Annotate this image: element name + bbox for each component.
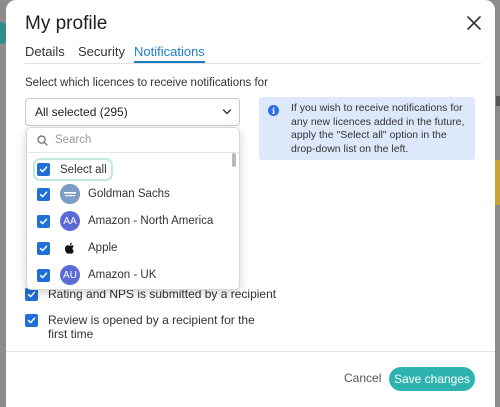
save-changes-button[interactable]: Save changes (389, 367, 475, 391)
search-icon (37, 134, 48, 146)
checkbox[interactable] (25, 314, 38, 327)
option-label: Amazon - UK (88, 269, 157, 281)
option-label: Select all (60, 163, 107, 176)
checkmark-icon (27, 317, 36, 324)
avatar: AA (60, 211, 80, 231)
licences-select-value: All selected (295) (35, 105, 128, 119)
checkbox[interactable] (37, 268, 50, 282)
checkmark-icon (39, 190, 48, 197)
select-all-option[interactable]: Select all (37, 163, 107, 176)
cancel-button[interactable]: Cancel (344, 371, 381, 385)
dropdown-option[interactable]: AU Amazon - UK (37, 265, 156, 285)
licences-dropdown: Select all Goldman Sachs AA Amazon - Nor… (26, 127, 240, 290)
dropdown-option[interactable]: Goldman Sachs (37, 184, 170, 204)
checkmark-icon (39, 217, 48, 224)
tab-notifications[interactable]: Notifications (134, 44, 205, 63)
licences-prompt: Select which licences to receive notific… (25, 77, 268, 89)
tab-bar: Details Security Notifications (25, 44, 481, 64)
search-input[interactable] (55, 134, 215, 146)
tab-details[interactable]: Details (25, 44, 65, 63)
checkbox[interactable] (37, 163, 50, 176)
profile-modal: My profile Details Security Notification… (6, 0, 495, 407)
checkmark-icon (27, 291, 36, 298)
modal-title: My profile (25, 13, 108, 34)
close-button[interactable] (463, 12, 485, 34)
info-icon: i (268, 105, 279, 116)
info-banner: i If you wish to receive notifications f… (259, 97, 475, 160)
footer-divider (6, 351, 495, 352)
option-label: Apple (88, 242, 118, 254)
option-label: Goldman Sachs (88, 188, 170, 200)
checkmark-icon (39, 166, 48, 173)
tab-security[interactable]: Security (78, 44, 125, 63)
dropdown-option[interactable]: Apple (37, 238, 117, 258)
goldman-sachs-logo (60, 184, 80, 204)
info-text: If you wish to receive notifications for… (291, 102, 465, 155)
apple-logo (60, 238, 80, 258)
checkbox[interactable] (37, 187, 50, 201)
dropdown-search (27, 128, 239, 153)
checkmark-icon (39, 244, 48, 251)
chevron-down-icon (222, 109, 232, 115)
scrollbar[interactable] (232, 153, 236, 167)
checkmark-icon (39, 271, 48, 278)
licences-select[interactable]: All selected (295) (25, 98, 240, 126)
notification-label: Review is opened by a recipient for the … (48, 313, 255, 341)
option-label: Amazon - North America (88, 215, 214, 227)
checkbox[interactable] (37, 214, 50, 228)
avatar: AU (60, 265, 80, 285)
dropdown-option[interactable]: AA Amazon - North America (37, 211, 213, 231)
backdrop-edge (496, 96, 500, 106)
close-icon (467, 16, 481, 30)
checkbox[interactable] (37, 241, 50, 255)
notification-option[interactable]: Review is opened by a recipient for the … (25, 313, 255, 341)
